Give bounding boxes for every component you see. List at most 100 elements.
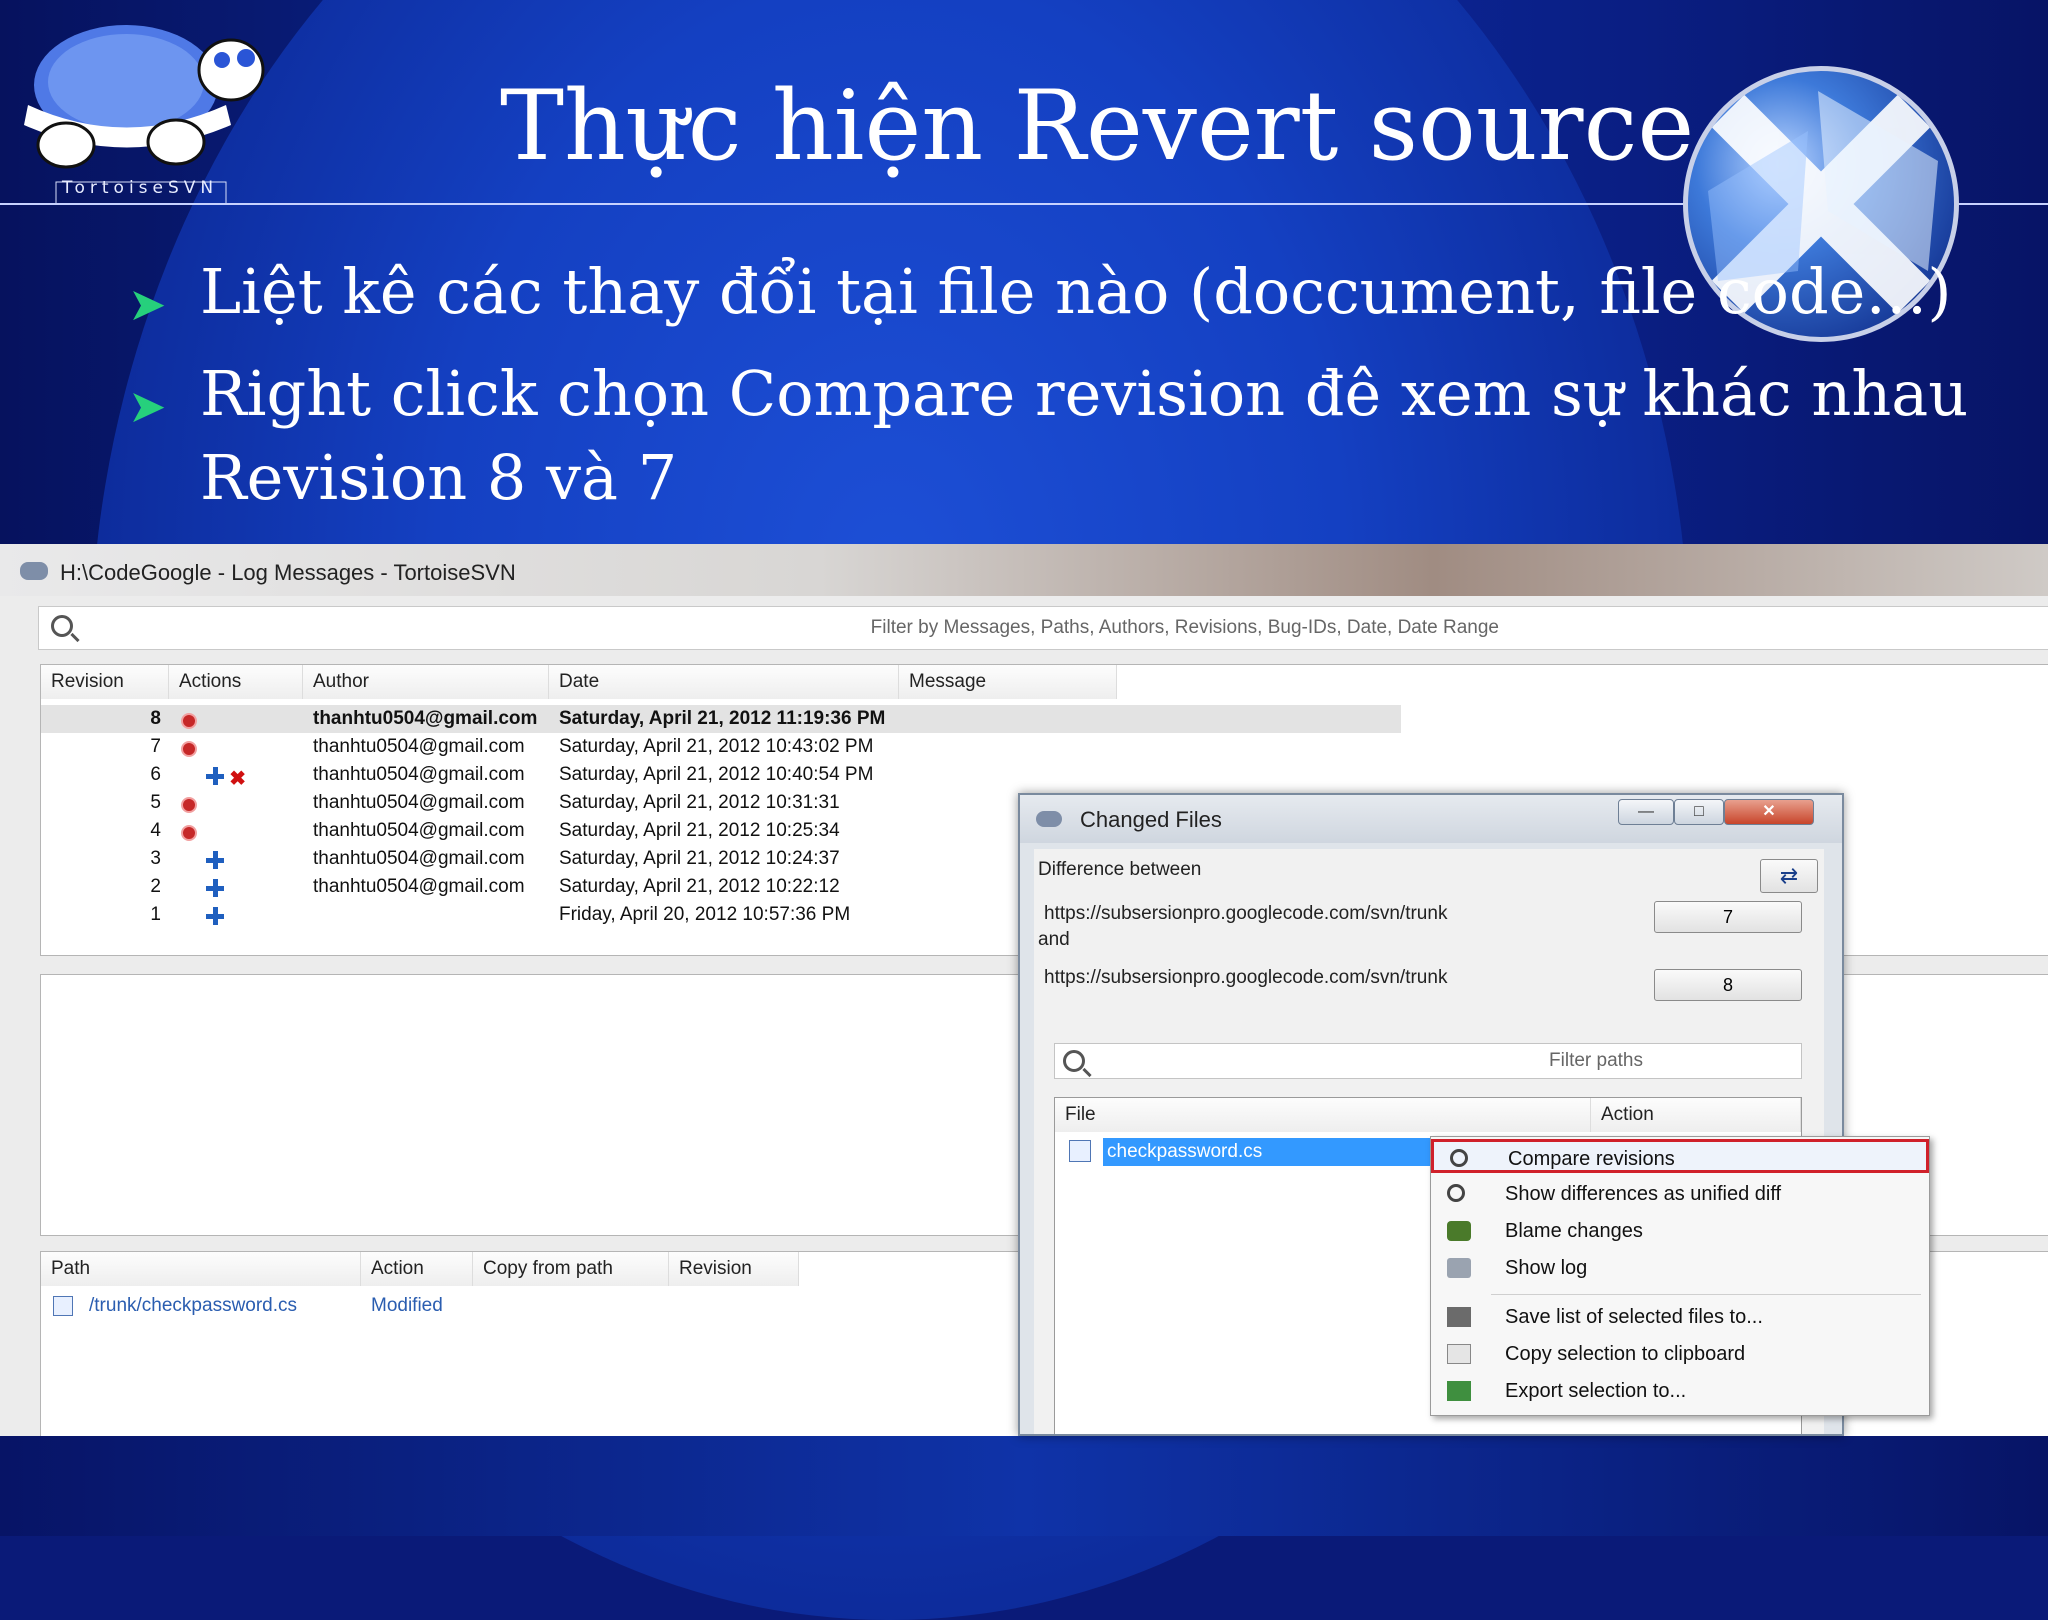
close-button[interactable]: ✕ [1724, 799, 1814, 825]
arrow-bullet-icon: ➤ [128, 379, 167, 433]
actions-cell [206, 906, 224, 934]
author-cell: thanhtu0504@gmail.com [313, 764, 525, 785]
author-cell: thanhtu0504@gmail.com [313, 736, 525, 757]
date-cell: Saturday, April 21, 2012 10:31:31 [559, 792, 840, 813]
menu-item-label: Export selection to... [1505, 1380, 1687, 1402]
author-cell: thanhtu0504@gmail.com [313, 708, 538, 729]
revision-number: 2 [150, 876, 161, 897]
swap-revisions-button[interactable]: ⇄ [1760, 859, 1818, 893]
menu-item-unified-diff[interactable]: Show differences as unified diff [1431, 1177, 1929, 1211]
slide-title: Thực hiện Revert source [500, 70, 1695, 182]
bullet-item: ➤ Liệt kê các thay đổi tại file nào (doc… [120, 250, 1952, 334]
cs-file-icon [1069, 1140, 1091, 1162]
modified-icon [181, 825, 197, 841]
modified-icon [181, 713, 197, 729]
date-cell: Saturday, April 21, 2012 10:24:37 [559, 848, 840, 869]
column-header-message[interactable]: Message [899, 665, 1117, 699]
revision-number: 1 [150, 904, 161, 925]
window-title: H:\CodeGoogle - Log Messages - TortoiseS… [60, 560, 516, 585]
save-icon [1447, 1307, 1471, 1327]
and-label: and [1038, 929, 1070, 950]
column-header-file[interactable]: File [1055, 1098, 1591, 1132]
added-icon [206, 907, 224, 925]
bullet-list: ➤ Liệt kê các thay đổi tại file nào (doc… [120, 250, 1968, 520]
bullet-text: Liệt kê các thay đổi tại file nào (doccu… [200, 255, 1952, 328]
blame-icon [1447, 1221, 1471, 1241]
column-header-revision[interactable]: Revision [41, 665, 169, 699]
author-cell: thanhtu0504@gmail.com [313, 820, 525, 841]
maximize-button[interactable]: □ [1674, 799, 1724, 825]
magnifier-icon [1450, 1149, 1468, 1167]
revision-to-button[interactable]: 8 [1654, 969, 1802, 1001]
revision-number: 3 [150, 848, 161, 869]
menu-item-copy-clipboard[interactable]: Copy selection to clipboard [1431, 1337, 1929, 1371]
menu-item-label: Compare revisions [1508, 1148, 1675, 1170]
logo-text: TortoiseSVN [62, 178, 219, 198]
menu-item-label: Copy selection to clipboard [1505, 1343, 1746, 1365]
column-header-author[interactable]: Author [303, 665, 549, 699]
minimize-button[interactable]: — [1618, 799, 1674, 825]
tortoise-logo [6, 10, 276, 205]
url-to: https://subsersionpro.googlecode.com/svn… [1044, 967, 1448, 988]
magnifier-icon [1447, 1184, 1465, 1202]
revision-row[interactable]: 6 ✖ thanhtu0504@gmail.com Saturday, Apri… [41, 761, 1401, 790]
revision-row[interactable]: 7 thanhtu0504@gmail.com Saturday, April … [41, 733, 1401, 761]
revision-from-button[interactable]: 7 [1654, 901, 1802, 933]
revision-number: 7 [150, 736, 161, 757]
author-cell: thanhtu0504@gmail.com [313, 876, 525, 897]
file-icon [53, 1296, 73, 1316]
menu-item-save-list[interactable]: Save list of selected files to... [1431, 1300, 1929, 1334]
added-icon [206, 851, 224, 869]
author-cell: thanhtu0504@gmail.com [313, 792, 525, 813]
tortoise-icon [20, 562, 48, 580]
date-cell: Friday, April 20, 2012 10:57:36 PM [559, 904, 851, 925]
column-header-action[interactable]: Action [361, 1252, 473, 1286]
date-cell: Saturday, April 21, 2012 10:25:34 [559, 820, 840, 841]
column-header-date[interactable]: Date [549, 665, 899, 699]
tortoise-icon [1036, 811, 1062, 827]
bottom-band [0, 1436, 2048, 1536]
date-cell: Saturday, April 21, 2012 11:19:36 PM [559, 708, 886, 729]
bullet-item: ➤ Right click chọn Compare revision đê x… [120, 352, 1968, 436]
action-cell: Modified [371, 1295, 443, 1316]
export-icon [1447, 1381, 1471, 1401]
path-cell: /trunk/checkpassword.cs [89, 1295, 298, 1316]
column-header-revision[interactable]: Revision [669, 1252, 799, 1286]
revision-number: 4 [150, 820, 161, 841]
date-cell: Saturday, April 21, 2012 10:43:02 PM [559, 736, 874, 757]
menu-item-show-log[interactable]: Show log [1431, 1251, 1929, 1285]
column-header-path[interactable]: Path [41, 1252, 361, 1286]
column-header-actions[interactable]: Actions [169, 665, 303, 699]
menu-item-export-selection[interactable]: Export selection to... [1431, 1374, 1929, 1408]
menu-item-blame-changes[interactable]: Blame changes [1431, 1214, 1929, 1248]
filter-placeholder: Filter paths [1549, 1050, 1643, 1071]
revision-number: 6 [150, 764, 161, 785]
filter-placeholder: Filter by Messages, Paths, Authors, Revi… [870, 617, 1499, 638]
column-header-copy-from[interactable]: Copy from path [473, 1252, 669, 1286]
revision-number: 8 [150, 708, 161, 729]
column-header-action[interactable]: Action [1591, 1098, 1801, 1132]
log-filter-input[interactable]: Filter by Messages, Paths, Authors, Revi… [38, 606, 2048, 650]
revision-number: 5 [150, 792, 161, 813]
filter-paths-input[interactable]: Filter paths [1054, 1043, 1802, 1079]
added-icon [206, 879, 224, 897]
menu-item-label: Show log [1505, 1257, 1588, 1279]
log-icon [1447, 1258, 1471, 1278]
menu-item-compare-revisions[interactable]: Compare revisions [1431, 1139, 1929, 1173]
menu-item-label: Blame changes [1505, 1220, 1643, 1242]
arrow-bullet-icon: ➤ [128, 277, 167, 331]
dialog-titlebar[interactable]: Changed Files — □ ✕ [1020, 795, 1842, 843]
dialog-title: Changed Files [1080, 807, 1222, 832]
window-titlebar[interactable]: H:\CodeGoogle - Log Messages - TortoiseS… [0, 544, 2048, 596]
path-row[interactable]: /trunk/checkpassword.cs Modified [41, 1292, 801, 1320]
difference-label: Difference between [1038, 859, 1202, 880]
author-cell: thanhtu0504@gmail.com [313, 848, 525, 869]
menu-item-label: Save list of selected files to... [1505, 1306, 1763, 1328]
menu-item-label: Show differences as unified diff [1505, 1183, 1782, 1205]
menu-separator [1491, 1294, 1921, 1295]
modified-icon [181, 797, 197, 813]
copy-icon [1447, 1344, 1471, 1364]
date-cell: Saturday, April 21, 2012 10:22:12 [559, 876, 840, 897]
revision-row[interactable]: 8 thanhtu0504@gmail.com Saturday, April … [41, 705, 1401, 733]
bullet-text: Right click chọn Compare revision đê xem… [200, 357, 1969, 430]
